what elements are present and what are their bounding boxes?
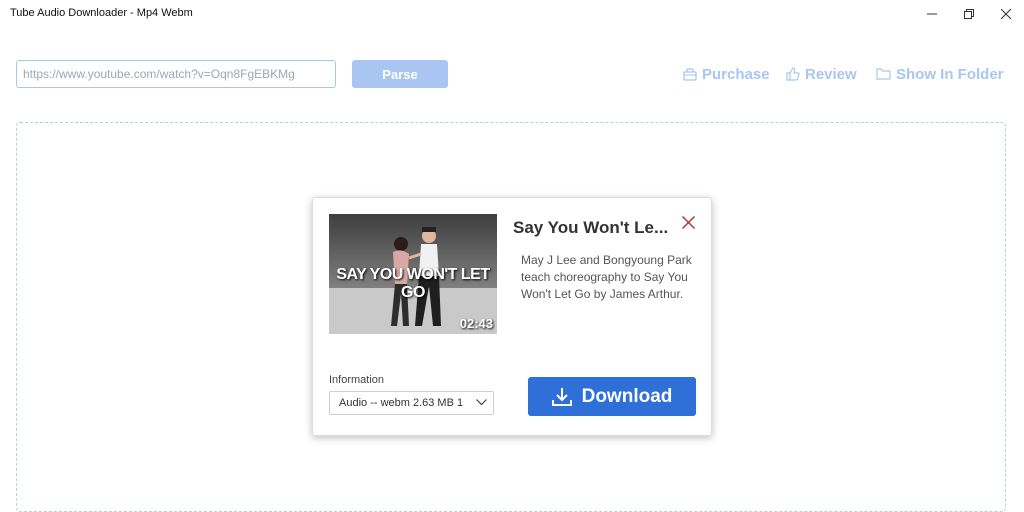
restore-button[interactable] xyxy=(952,0,986,28)
minimize-button[interactable] xyxy=(915,0,949,28)
format-select[interactable]: Audio -- webm 2.63 MB 1 xyxy=(329,391,494,415)
information-label: Information xyxy=(329,374,385,386)
close-window-button[interactable] xyxy=(989,0,1023,28)
restore-icon xyxy=(964,9,974,19)
review-label: Review xyxy=(805,65,857,83)
close-icon xyxy=(681,215,695,229)
video-description: May J Lee and Bongyoung Park teach chore… xyxy=(521,253,692,301)
chevron-down-icon xyxy=(476,399,487,406)
show-in-folder-label: Show In Folder xyxy=(896,65,1004,83)
purchase-label: Purchase xyxy=(702,65,770,83)
format-selected-value: Audio -- webm 2.63 MB 1 xyxy=(339,397,464,409)
video-title: Say You Won't Le... xyxy=(513,218,669,237)
minimize-icon xyxy=(927,13,937,15)
video-thumbnail: SAY YOU WON'T LET GO 02:43 xyxy=(329,214,497,334)
close-icon xyxy=(1001,9,1011,19)
show-in-folder-link[interactable]: Show In Folder xyxy=(876,64,1004,84)
title-bar: Tube Audio Downloader - Mp4 Webm xyxy=(0,0,1024,28)
url-input[interactable] xyxy=(16,60,336,88)
download-icon xyxy=(551,387,572,407)
video-card: SAY YOU WON'T LET GO 02:43 Say You Won't… xyxy=(312,197,712,436)
download-button[interactable]: Download xyxy=(528,377,696,416)
thumbs-up-icon xyxy=(786,67,800,81)
review-link[interactable]: Review xyxy=(786,64,857,84)
close-card-button[interactable] xyxy=(679,213,697,231)
folder-icon xyxy=(876,68,891,80)
parse-button[interactable]: Parse xyxy=(352,60,448,88)
video-duration: 02:43 xyxy=(459,316,493,331)
app-title: Tube Audio Downloader - Mp4 Webm xyxy=(10,7,193,19)
cart-icon xyxy=(683,67,697,81)
thumbnail-caption: SAY YOU WON'T LET GO xyxy=(336,266,490,301)
download-label: Download xyxy=(581,385,673,407)
purchase-link[interactable]: Purchase xyxy=(683,64,770,84)
